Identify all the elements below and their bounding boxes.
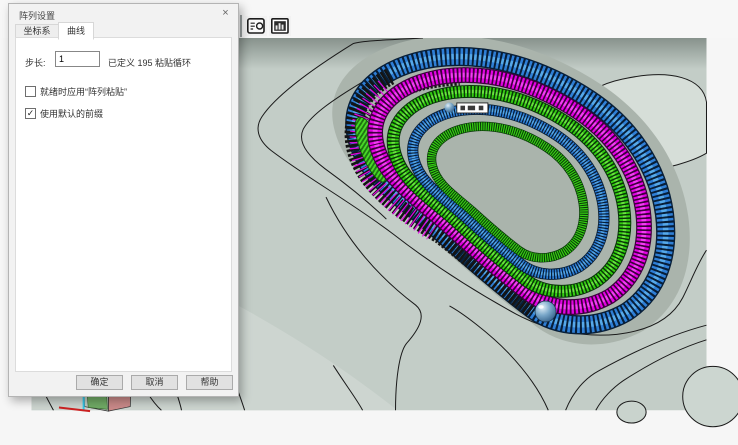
display-style-button[interactable] bbox=[245, 16, 267, 36]
start-sphere bbox=[535, 301, 556, 322]
curve-tab-page: 步长: 已定义 195 粘贴循环 就绪时应用“阵列粘贴” ✓ 使用默认的前缀 bbox=[15, 37, 232, 372]
apply-array-paste-checkbox-row: 就绪时应用“阵列粘贴” bbox=[25, 85, 127, 98]
dialog-title: 阵列设置 bbox=[19, 9, 55, 22]
close-icon[interactable]: × bbox=[218, 7, 233, 21]
apply-array-paste-label: 就绪时应用“阵列粘贴” bbox=[40, 85, 127, 98]
cancel-button[interactable]: 取消 bbox=[131, 375, 178, 390]
chart-view-button[interactable] bbox=[269, 16, 291, 36]
ok-button[interactable]: 确定 bbox=[76, 375, 123, 390]
array-settings-dialog: 阵列设置 × 坐标系 曲线 步长: 已定义 195 粘贴循环 就绪时应用“阵列粘… bbox=[8, 3, 239, 397]
defined-loops-text: 已定义 195 粘贴循环 bbox=[108, 56, 191, 69]
marker-sphere bbox=[444, 102, 454, 112]
step-input[interactable] bbox=[55, 51, 100, 67]
display-style-icon bbox=[247, 18, 265, 34]
use-default-prefix-checkbox[interactable]: ✓ bbox=[25, 108, 36, 119]
step-label: 步长: bbox=[25, 56, 46, 69]
array-count-tag bbox=[457, 103, 488, 113]
use-default-prefix-checkbox-row: ✓ 使用默认的前缀 bbox=[25, 107, 103, 120]
use-default-prefix-label: 使用默认的前缀 bbox=[40, 107, 103, 120]
help-button[interactable]: 帮助 bbox=[186, 375, 233, 390]
application-window: Y 阵列设置 × 坐标系 曲线 步长: 已定义 195 粘贴循环 就绪时应用“阵… bbox=[0, 0, 738, 445]
apply-array-paste-checkbox[interactable] bbox=[25, 86, 36, 97]
tab-curve[interactable]: 曲线 bbox=[58, 22, 94, 40]
bar-chart-icon bbox=[271, 18, 289, 34]
toolbar-separator bbox=[240, 15, 242, 37]
